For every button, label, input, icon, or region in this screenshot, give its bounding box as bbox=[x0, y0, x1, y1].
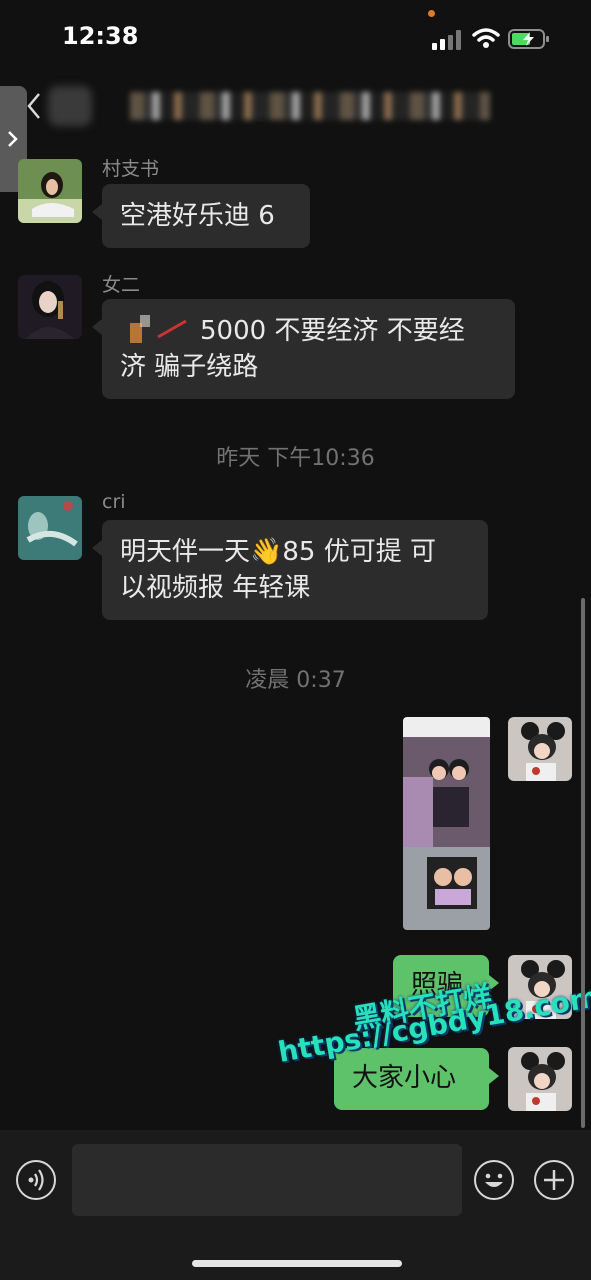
emoji-button[interactable] bbox=[474, 1160, 514, 1200]
chat-title-blurred bbox=[130, 92, 490, 120]
back-icon[interactable] bbox=[26, 92, 42, 120]
recording-dot bbox=[428, 10, 435, 17]
message-text: 明天伴一天👋85 优可提 可 bbox=[120, 537, 436, 567]
voice-button[interactable] bbox=[16, 1160, 56, 1200]
image-message[interactable] bbox=[403, 717, 490, 930]
avatar[interactable] bbox=[18, 159, 82, 223]
message-input[interactable] bbox=[72, 1144, 462, 1216]
plus-icon bbox=[544, 1170, 564, 1190]
own-avatar[interactable] bbox=[508, 717, 572, 781]
sender-name: 村支书 bbox=[102, 158, 160, 180]
chevron-right-icon bbox=[8, 131, 18, 147]
wifi-icon bbox=[472, 28, 500, 48]
chat-avatar-blurred bbox=[48, 86, 92, 126]
emoji-icon bbox=[485, 1173, 503, 1187]
signal-icon bbox=[432, 30, 461, 50]
sender-name: cri bbox=[102, 491, 126, 513]
message-bubble[interactable]: 5000 不要经济 不要经 济 骗子绕路 bbox=[92, 299, 515, 399]
avatar[interactable] bbox=[18, 496, 82, 560]
battery-icon bbox=[508, 29, 549, 49]
status-time: 12:38 bbox=[62, 22, 139, 50]
own-avatar[interactable] bbox=[508, 1047, 572, 1111]
home-indicator[interactable] bbox=[192, 1260, 402, 1267]
scrollbar[interactable] bbox=[581, 598, 585, 1128]
avatar[interactable] bbox=[18, 275, 82, 339]
sender-name: 女二 bbox=[102, 274, 141, 296]
message-bubble[interactable]: 明天伴一天👋85 优可提 可 以视频报 年轻课 bbox=[92, 520, 488, 620]
chat-timestamp: 凌晨 0:37 bbox=[245, 668, 346, 693]
message-bubble-own[interactable]: 大家小心 bbox=[334, 1048, 499, 1110]
message-bubble[interactable]: 空港好乐迪 6 bbox=[92, 184, 310, 248]
emoji-blurred bbox=[124, 311, 194, 345]
message-text: 大家小心 bbox=[352, 1063, 457, 1093]
message-text: 以视频报 年轻课 bbox=[120, 573, 311, 603]
message-text: 济 骗子绕路 bbox=[120, 352, 259, 382]
chat-timestamp: 昨天 下午10:36 bbox=[216, 446, 375, 471]
message-text: 5000 不要经济 不要经 bbox=[200, 316, 465, 346]
message-text: 空港好乐迪 6 bbox=[120, 201, 275, 231]
voice-icon bbox=[28, 1169, 44, 1191]
plus-button[interactable] bbox=[534, 1160, 574, 1200]
